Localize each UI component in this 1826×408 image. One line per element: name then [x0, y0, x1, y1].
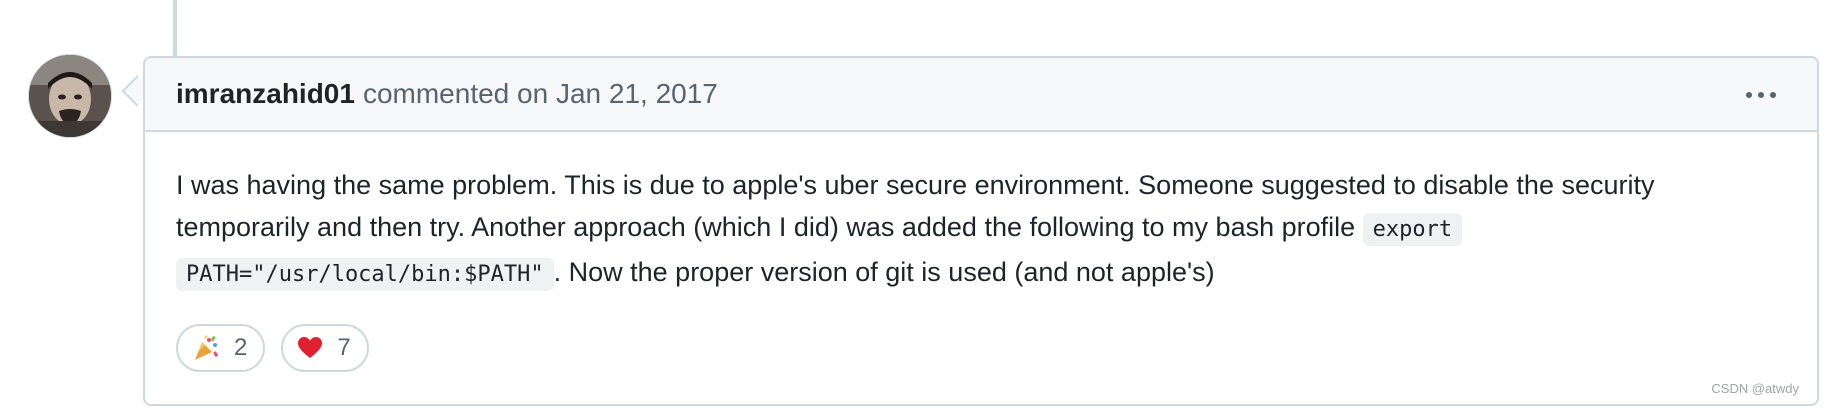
- comment-timestamp[interactable]: commented on Jan 21, 2017: [363, 78, 718, 110]
- avatar-image: [29, 55, 111, 137]
- reactions-bar: 2 7: [176, 324, 369, 372]
- reaction-tada-button[interactable]: 2: [176, 324, 266, 372]
- comment-author[interactable]: imranzahid01: [176, 78, 355, 110]
- comment-header: imranzahid01 commented on Jan 21, 2017: [145, 58, 1817, 132]
- reaction-count: 7: [337, 334, 351, 361]
- comment-body: I was having the same problem. This is d…: [145, 132, 1817, 296]
- comment-text-end: . Now the proper version of git is used …: [553, 257, 1215, 287]
- tada-emoji: [195, 335, 219, 360]
- reaction-heart-button[interactable]: 7: [281, 324, 369, 372]
- avatar[interactable]: [29, 55, 111, 137]
- kebab-horizontal-icon[interactable]: [1741, 78, 1781, 112]
- comment-box: imranzahid01 commented on Jan 21, 2017 I…: [143, 56, 1819, 406]
- red-heart-emoji: [298, 337, 323, 358]
- timeline-line: [173, 0, 177, 56]
- watermark: CSDN @atwdy: [1711, 381, 1799, 396]
- reaction-count: 2: [234, 334, 248, 361]
